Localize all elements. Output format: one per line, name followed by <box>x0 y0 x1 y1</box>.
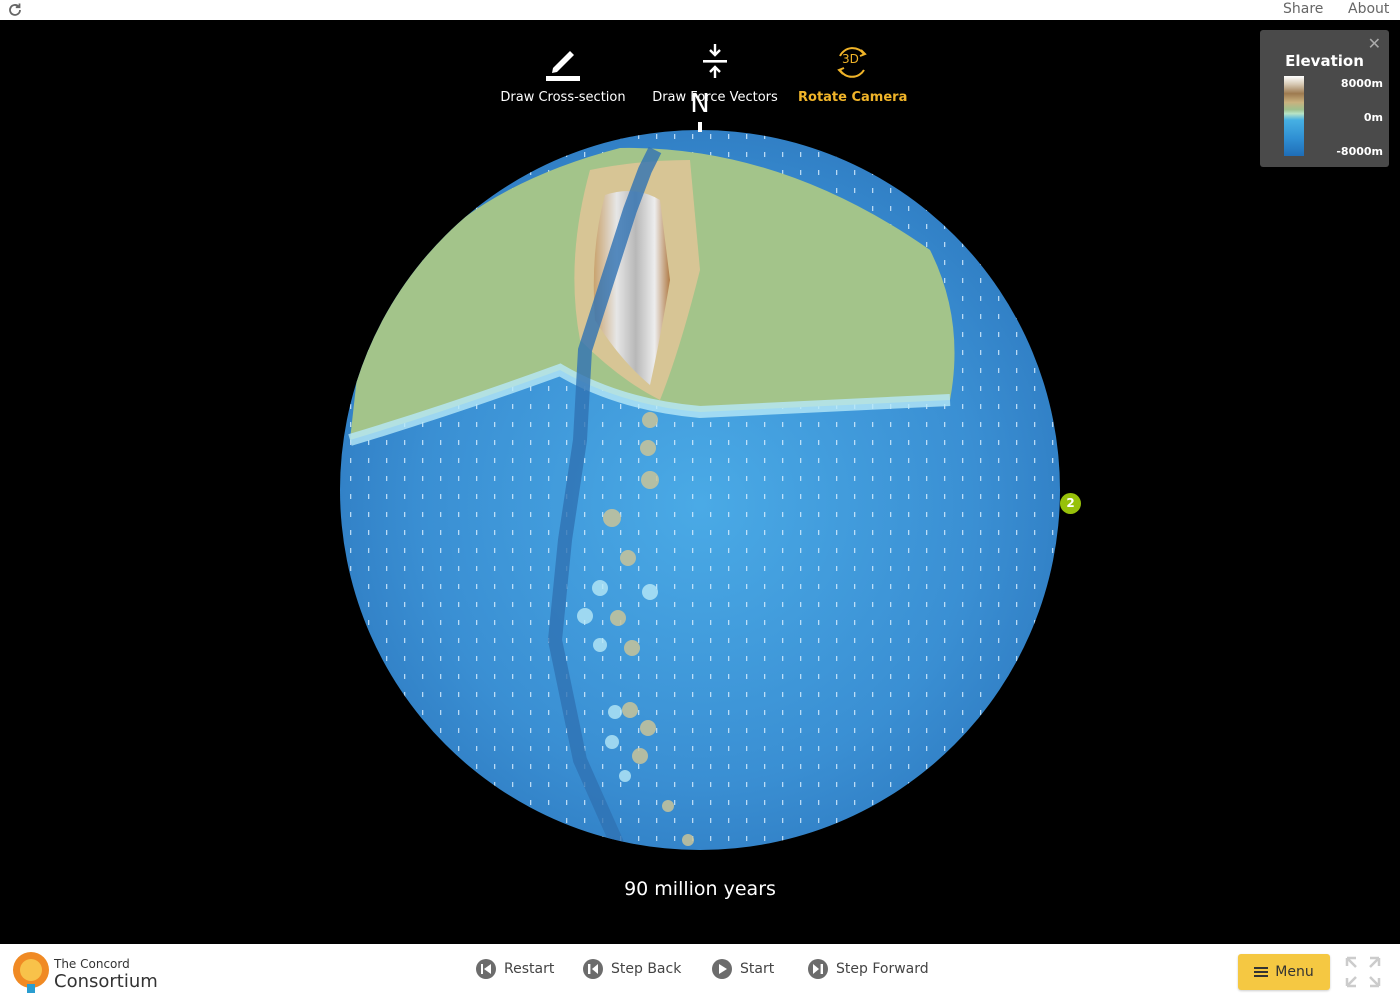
start-label: Start <box>740 961 775 977</box>
step-back-icon <box>583 959 603 979</box>
elevation-color-bar <box>1284 76 1304 156</box>
rotate-badge: 3D <box>842 52 859 66</box>
step-forward-label: Step Forward <box>836 961 929 977</box>
bottom-bar: The Concord Consortium Restart Step Back… <box>0 944 1400 1000</box>
menu-label: Menu <box>1275 964 1314 980</box>
time-label: 90 million years <box>624 878 776 900</box>
reload-icon[interactable] <box>7 2 23 18</box>
rotate-camera-button[interactable]: 3D Rotate Camera <box>798 40 908 105</box>
legend-min: -8000m <box>1336 145 1383 158</box>
step-back-label: Step Back <box>611 961 682 977</box>
step-forward-icon <box>808 959 828 979</box>
legend-title: Elevation <box>1285 52 1364 70</box>
fullscreen-icon[interactable] <box>1345 956 1381 988</box>
pencil-icon <box>546 51 580 81</box>
compress-arrows-icon <box>703 44 727 78</box>
menu-button[interactable]: Menu <box>1238 954 1330 990</box>
plate-marker[interactable]: 2 <box>1060 493 1081 514</box>
restart-button[interactable]: Restart <box>476 959 554 979</box>
brand-line-1: The Concord <box>54 957 130 971</box>
rotate-camera-label: Rotate Camera <box>798 90 908 105</box>
north-label: N <box>690 89 710 119</box>
restart-icon <box>476 959 496 979</box>
step-forward-button[interactable]: Step Forward <box>808 959 929 979</box>
draw-force-vectors-button[interactable]: Draw Force Vectors <box>648 40 782 105</box>
draw-cross-section-button[interactable]: Draw Cross-section <box>495 40 631 105</box>
north-tick <box>698 122 702 132</box>
step-back-button[interactable]: Step Back <box>583 959 681 979</box>
lightbulb-logo-icon <box>13 952 49 993</box>
legend-max: 8000m <box>1340 77 1383 90</box>
close-icon[interactable]: ✕ <box>1368 34 1381 53</box>
globe[interactable] <box>0 20 1400 944</box>
elevation-legend: ✕ Elevation 8000m 0m -8000m <box>1260 30 1389 167</box>
restart-label: Restart <box>504 961 555 977</box>
about-link[interactable]: About <box>1348 1 1389 17</box>
play-icon <box>712 959 732 979</box>
brand-line-2: Consortium <box>54 971 158 992</box>
share-link[interactable]: Share <box>1283 1 1323 17</box>
legend-mid: 0m <box>1363 111 1383 124</box>
hamburger-icon <box>1254 967 1269 977</box>
start-button[interactable]: Start <box>712 959 774 979</box>
draw-cross-section-label: Draw Cross-section <box>500 90 626 105</box>
draw-force-vectors-label: Draw Force Vectors <box>652 90 778 105</box>
top-bar: Share About <box>0 0 1400 20</box>
globe-stage[interactable]: Draw Cross-section Draw Force Vectors 3D… <box>0 20 1400 944</box>
concord-logo: The Concord Consortium <box>10 950 158 994</box>
